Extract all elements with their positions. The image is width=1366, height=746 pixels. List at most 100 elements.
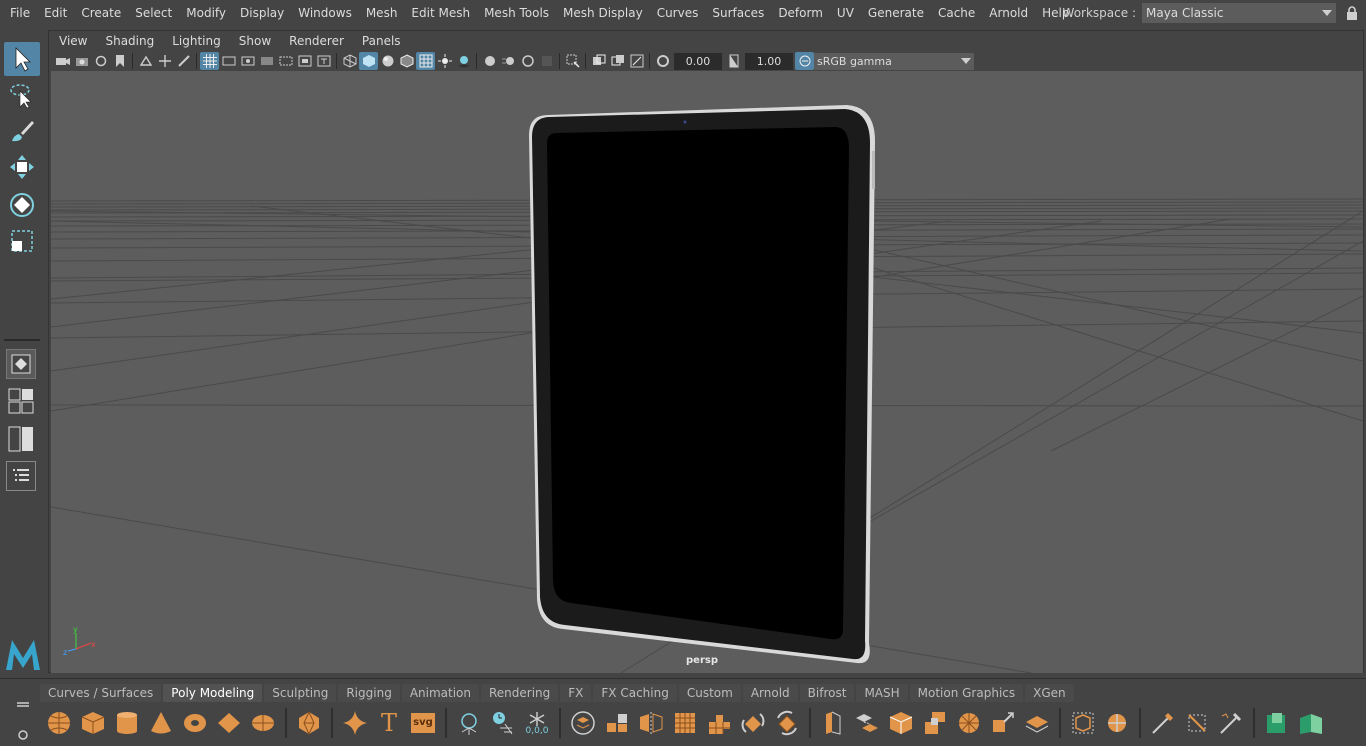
depth-of-field-icon[interactable] — [537, 52, 556, 70]
workspace-dropdown[interactable]: Maya Classic — [1142, 3, 1336, 23]
fill-hole-icon[interactable] — [918, 706, 952, 740]
shelf-tab-rigging[interactable]: Rigging — [338, 684, 400, 702]
field-chart-icon[interactable] — [276, 52, 295, 70]
sculpt-brush-icon[interactable] — [1146, 706, 1180, 740]
wireframe-icon[interactable] — [340, 52, 359, 70]
circularize-icon[interactable] — [1066, 706, 1100, 740]
grease-pencil-icon[interactable] — [174, 52, 193, 70]
outliner-layout-button[interactable] — [6, 461, 36, 491]
menu-mesh-tools[interactable]: Mesh Tools — [477, 2, 556, 24]
shelf-tab-motion-graphics[interactable]: Motion Graphics — [909, 684, 1024, 702]
quad-draw-icon[interactable] — [1100, 706, 1134, 740]
shelf-tab-xgen[interactable]: XGen — [1025, 684, 1074, 702]
center-pivot-icon[interactable] — [486, 706, 520, 740]
color-management-icon[interactable] — [795, 52, 814, 70]
tablet-model[interactable] — [529, 105, 875, 664]
uv-editor-icon[interactable] — [1260, 706, 1294, 740]
camera-select-icon[interactable] — [53, 52, 72, 70]
poly-cone-icon[interactable] — [144, 706, 178, 740]
workspace-lock-button[interactable] — [1342, 3, 1362, 23]
xray-joints-icon[interactable] — [627, 52, 646, 70]
panel-menu-lighting[interactable]: Lighting — [163, 31, 230, 51]
grid-toggle-icon[interactable] — [200, 52, 219, 70]
exposure-field[interactable]: 0.00 — [674, 52, 722, 70]
bridge-icon[interactable] — [850, 706, 884, 740]
menu-file[interactable]: File — [0, 2, 37, 24]
menu-mesh-display[interactable]: Mesh Display — [556, 2, 650, 24]
motion-blur-icon[interactable] — [499, 52, 518, 70]
shelf-menu-icon[interactable] — [10, 687, 34, 743]
menu-edit-mesh[interactable]: Edit Mesh — [404, 2, 477, 24]
menu-arnold[interactable]: Arnold — [982, 2, 1035, 24]
uv-unfold-icon[interactable] — [1294, 706, 1328, 740]
rotate-tool-button[interactable] — [4, 188, 40, 222]
relax-tool-icon[interactable] — [1180, 706, 1214, 740]
shelf-tab-arnold[interactable]: Arnold — [742, 684, 798, 702]
shelf-tab-animation[interactable]: Animation — [401, 684, 479, 702]
poly-plane-icon[interactable] — [212, 706, 246, 740]
menu-create[interactable]: Create — [74, 2, 128, 24]
four-pane-layout-button[interactable] — [6, 386, 36, 416]
panel-menu-renderer[interactable]: Renderer — [280, 31, 353, 51]
separate-icon[interactable] — [600, 706, 634, 740]
menu-mesh[interactable]: Mesh — [359, 2, 405, 24]
shelf-tab-custom[interactable]: Custom — [678, 684, 741, 702]
select-tool-button[interactable] — [4, 42, 40, 76]
multi-cut-icon[interactable] — [952, 706, 986, 740]
smooth-icon[interactable] — [668, 706, 702, 740]
shelf-tab-fx-caching[interactable]: FX Caching — [593, 684, 677, 702]
bookmark-icon[interactable] — [110, 52, 129, 70]
poly-torus-icon[interactable] — [178, 706, 212, 740]
type-tool-icon[interactable]: T — [372, 706, 406, 740]
bevel-icon[interactable] — [884, 706, 918, 740]
resolution-gate-icon[interactable] — [238, 52, 257, 70]
poly-disc-icon[interactable] — [246, 706, 280, 740]
shelf-tab-curves-surfaces[interactable]: Curves / Surfaces — [40, 684, 162, 702]
platonic-solid-icon[interactable] — [292, 706, 326, 740]
panel-menu-view[interactable]: View — [49, 31, 96, 51]
snap-icon[interactable] — [452, 706, 486, 740]
freeze-transforms-icon[interactable]: 0,0,0 — [520, 706, 554, 740]
shelf-tab-mash[interactable]: MASH — [856, 684, 908, 702]
poly-cube-icon[interactable] — [76, 706, 110, 740]
safe-action-icon[interactable] — [295, 52, 314, 70]
smooth-shade-icon[interactable] — [359, 52, 378, 70]
textured-icon[interactable] — [416, 52, 435, 70]
bookmarks-icon[interactable] — [91, 52, 110, 70]
mirror-icon[interactable] — [634, 706, 668, 740]
screen-space-ao-icon[interactable] — [480, 52, 499, 70]
shadows-icon[interactable] — [454, 52, 473, 70]
shelf-tab-sculpting[interactable]: Sculpting — [264, 684, 337, 702]
exposure-icon[interactable] — [653, 52, 672, 70]
shelf-tab-bifrost[interactable]: Bifrost — [799, 684, 855, 702]
scale-tool-button[interactable] — [4, 224, 40, 258]
grab-tool-icon[interactable] — [1214, 706, 1248, 740]
shelf-tab-fx[interactable]: FX — [560, 684, 592, 702]
gate-mask-icon[interactable] — [257, 52, 276, 70]
camera-attributes-icon[interactable] — [72, 52, 91, 70]
color-space-dropdown[interactable]: sRGB gamma — [814, 52, 974, 70]
remesh-icon[interactable] — [736, 706, 770, 740]
menu-display[interactable]: Display — [233, 2, 291, 24]
two-d-pan-zoom-icon[interactable] — [155, 52, 174, 70]
menu-select[interactable]: Select — [128, 2, 179, 24]
image-plane-icon[interactable] — [136, 52, 155, 70]
menu-windows[interactable]: Windows — [291, 2, 359, 24]
menu-cache[interactable]: Cache — [931, 2, 982, 24]
default-material-icon[interactable] — [378, 52, 397, 70]
insert-edge-loop-icon[interactable] — [1020, 706, 1054, 740]
xray-active-components-icon[interactable] — [608, 52, 627, 70]
super-shape-icon[interactable] — [338, 706, 372, 740]
poly-sphere-icon[interactable] — [42, 706, 76, 740]
single-pane-layout-button[interactable] — [6, 349, 36, 379]
combine-icon[interactable] — [566, 706, 600, 740]
gamma-icon[interactable] — [724, 52, 743, 70]
paint-select-tool-button[interactable] — [4, 114, 40, 148]
isolate-select-icon[interactable] — [563, 52, 582, 70]
film-gate-icon[interactable] — [219, 52, 238, 70]
xray-icon[interactable] — [589, 52, 608, 70]
target-weld-icon[interactable] — [986, 706, 1020, 740]
menu-curves[interactable]: Curves — [650, 2, 706, 24]
menu-modify[interactable]: Modify — [179, 2, 233, 24]
menu-edit[interactable]: Edit — [37, 2, 74, 24]
